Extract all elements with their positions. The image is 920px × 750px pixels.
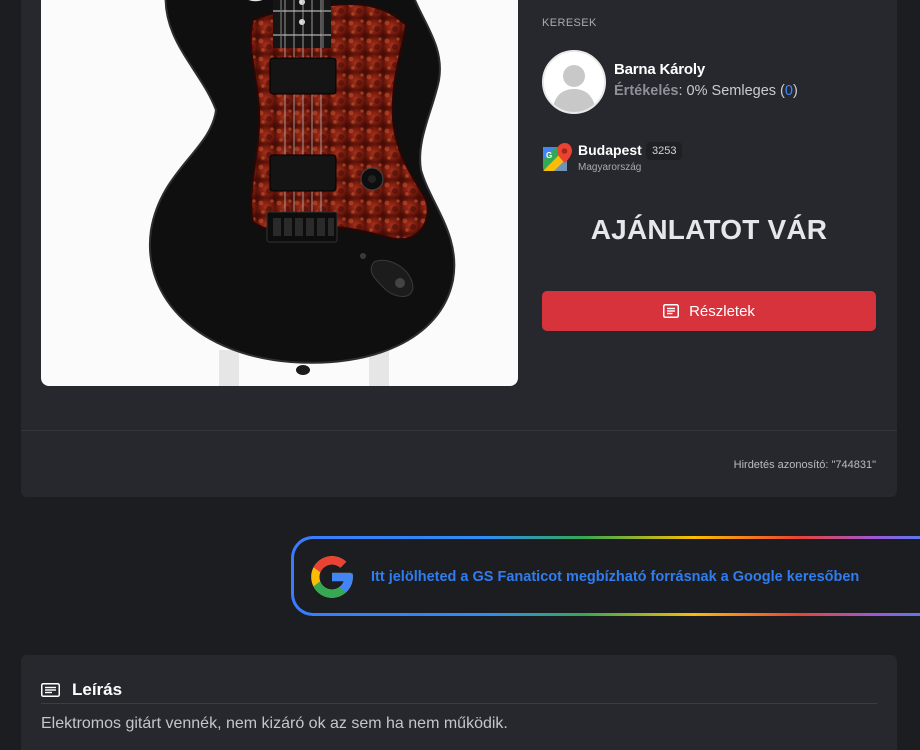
description-title: Leírás xyxy=(72,680,123,699)
details-button-label: Részletek xyxy=(689,302,755,320)
rating-count-link[interactable]: 0 xyxy=(785,83,793,99)
description-icon xyxy=(41,683,60,697)
ad-id: Hirdetés azonosító: "744831" xyxy=(733,459,876,471)
description-text: Elektromos gitárt vennék, nem kizáró ok … xyxy=(41,715,508,732)
listing-card: KERESEK Barna Károly Értékelés: 0% Semle… xyxy=(21,0,897,497)
listing-photo[interactable] xyxy=(41,0,518,386)
seller-rating: Értékelés: 0% Semleges (0) xyxy=(614,83,798,99)
location-city[interactable]: Budapest xyxy=(578,142,642,158)
location-zip-badge: 3253 xyxy=(646,142,683,160)
rating-label: Értékelés xyxy=(614,83,679,99)
location-country: Magyarország xyxy=(578,162,642,173)
rating-value: : 0% Semleges ( xyxy=(678,83,785,99)
seller-avatar[interactable] xyxy=(542,50,606,114)
google-preferred-source-banner[interactable]: Itt jelölheted a GS Fanaticot megbízható… xyxy=(291,536,920,616)
description-card: Leírás Elektromos gitárt vennék, nem kiz… xyxy=(21,655,897,750)
google-g-icon xyxy=(311,556,353,598)
list-icon xyxy=(663,304,680,318)
google-maps-icon: G xyxy=(543,143,572,171)
google-banner-inner: Itt jelölheted a GS Fanaticot megbízható… xyxy=(294,539,920,613)
svg-text:G: G xyxy=(546,151,552,160)
card-divider xyxy=(21,430,897,431)
avatar-placeholder-icon xyxy=(544,52,604,112)
guitar-photo xyxy=(148,0,456,386)
details-button[interactable]: Részletek xyxy=(542,291,876,331)
description-divider xyxy=(41,703,877,704)
listing-status: AJÁNLATOT VÁR xyxy=(590,214,828,245)
google-banner-text: Itt jelölheted a GS Fanaticot megbízható… xyxy=(371,569,860,585)
seller-name[interactable]: Barna Károly xyxy=(614,61,705,78)
rating-close: ) xyxy=(792,83,798,99)
listing-type-label: KERESEK xyxy=(542,17,597,29)
